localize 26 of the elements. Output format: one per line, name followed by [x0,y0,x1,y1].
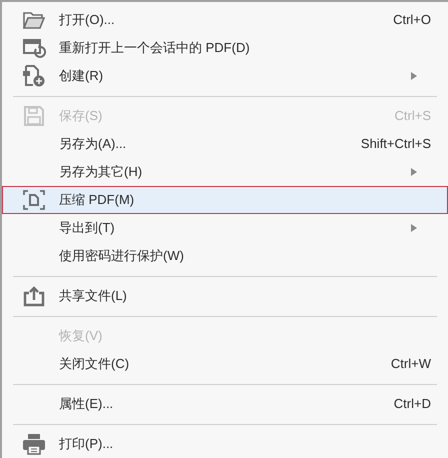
menu-item[interactable]: 打印(P)... [2,430,448,458]
menu-item[interactable]: 导出到(T) [2,214,448,242]
document-add-icon [22,65,46,87]
menu-item[interactable]: 另存为(A)... Shift+Ctrl+S [2,130,448,158]
menu-item[interactable]: 使用密码进行保护(W) [2,242,448,270]
menu-item[interactable]: 创建(R) [2,62,448,90]
menu-item[interactable]: 压缩 PDF(M) [2,186,448,214]
menu-item[interactable]: 共享文件(L) [2,282,448,310]
folder-icon [22,9,46,31]
shortcut-text: Ctrl+O [393,11,432,30]
reopen-icon [22,37,46,59]
printer-icon [22,433,46,455]
shortcut-text: Ctrl+D [394,395,432,414]
shortcut-text: Ctrl+W [390,355,432,374]
submenu-arrow-icon [411,72,417,80]
menu-item[interactable]: 另存为其它(H) [2,158,448,186]
share-icon [22,285,46,307]
menu-item[interactable]: 打开(O)... Ctrl+O [2,6,448,34]
submenu-arrow-icon [411,168,417,176]
compress-document-icon [22,189,46,211]
submenu-arrow-icon [411,224,417,232]
menu-item[interactable]: 关闭文件(C) Ctrl+W [2,350,448,378]
shortcut-text: Shift+Ctrl+S [360,135,432,154]
shortcut-text: Ctrl+S [394,107,432,126]
menu-item[interactable]: 属性(E)... Ctrl+D [2,390,448,418]
menu-item[interactable]: 重新打开上一个会话中的 PDF(D) [2,34,448,62]
